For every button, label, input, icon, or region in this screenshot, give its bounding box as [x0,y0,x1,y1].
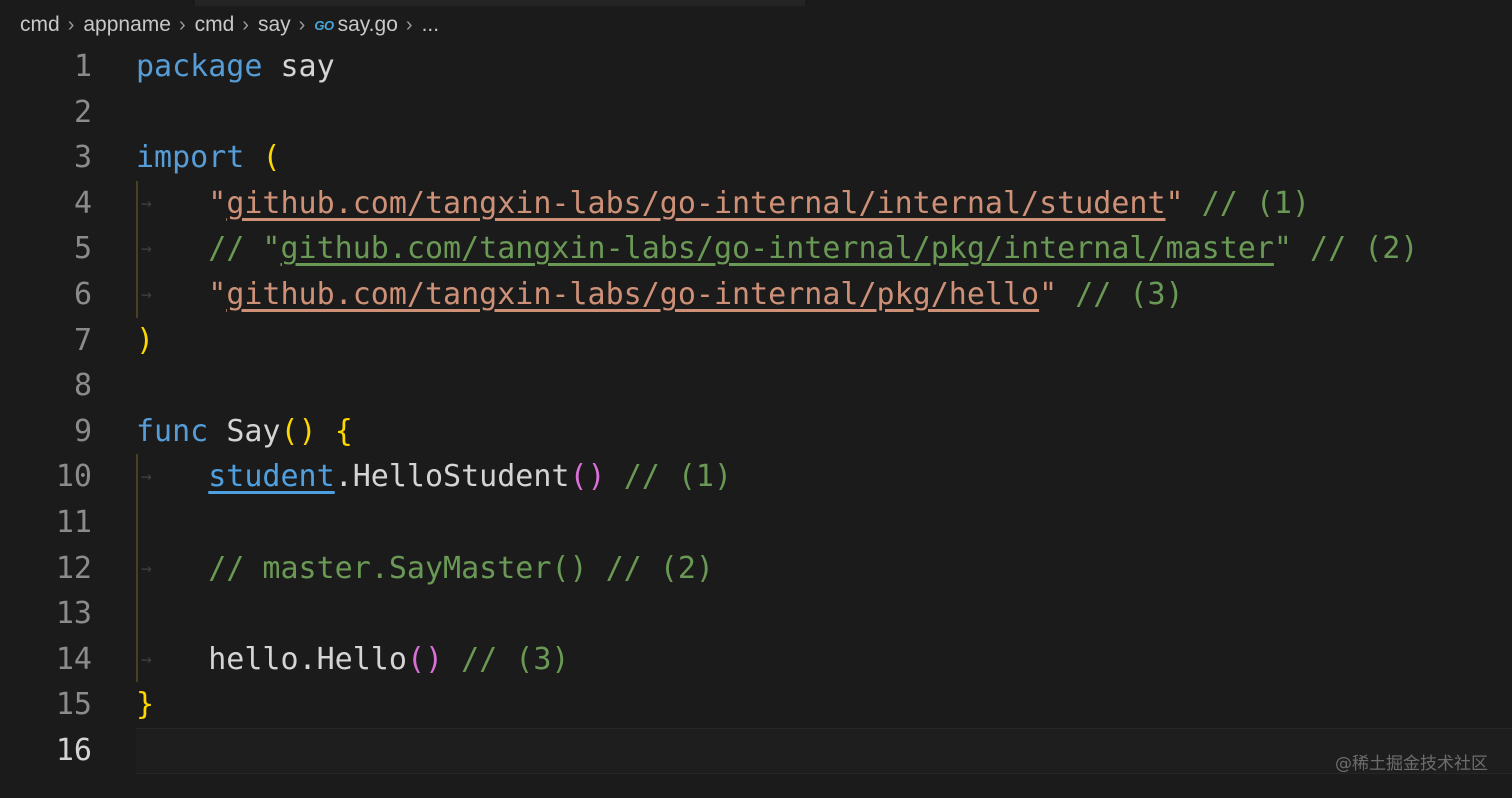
breadcrumb-file[interactable]: say.go [338,13,398,37]
code-line: 2 [0,90,1512,136]
import-path-link[interactable]: github.com/tangxin-labs/go-internal/pkg/… [226,277,1039,312]
line-number: 12 [55,550,92,586]
breadcrumb-item-cmd[interactable]: cmd [20,13,60,37]
line-number: 9 [73,413,92,449]
close-brace: } [136,687,155,723]
open-paren: ( [262,140,281,176]
function-name: Say [226,413,281,449]
comment: " // (2) [1273,231,1419,267]
comment: // (3) [1075,276,1184,312]
line-number: 8 [73,368,92,404]
package-reference-link[interactable]: student [208,459,334,494]
code-line: 13 [0,591,1512,637]
keyword-import: import [136,140,245,176]
line-number: 14 [55,641,92,677]
code-line: 10 → student.HelloStudent() // (1) [0,454,1512,500]
line-number: 1 [73,49,92,84]
method-call: .HelloStudent [334,459,570,495]
code-line: 12 → // master.SayMaster() // (2) [0,545,1512,592]
parens: () [406,641,444,677]
code-line: 6 → "github.com/tangxin-labs/go-internal… [0,271,1512,318]
tab-strip-edge [195,0,805,6]
watermark: @稀土掘金技术社区 [1335,754,1488,774]
line-number: 13 [55,596,92,632]
chevron-right-icon: › [67,13,75,36]
line-content: student.HelloStudent() // (1) [136,454,732,500]
keyword-func: func [136,413,209,449]
chevron-right-icon: › [242,13,249,36]
code-line: 7 ) [0,318,1512,364]
line-content: "github.com/tangxin-labs/go-internal/pkg… [136,272,1184,318]
indent-guide [136,499,138,546]
indent-guide [136,591,138,637]
code-line: 15 } [0,682,1512,728]
comment: // (3) [461,641,570,677]
code-line: 14 → hello.Hello() // (3) [0,636,1512,683]
string-quote: " [208,276,227,312]
line-content: } [136,682,154,728]
keyword-package: package [136,49,263,84]
open-brace: { [334,413,353,449]
code-line: 4 → "github.com/tangxin-labs/go-internal… [0,180,1512,227]
comment: // (1) [1201,185,1311,221]
string-quote: " [208,185,227,221]
parens: () [280,413,317,449]
line-content: // master.SayMaster() // (2) [136,546,714,592]
comment: // (1) [623,459,733,495]
go-file-icon: GO [314,17,334,33]
comment: // master.SayMaster() // (2) [208,550,714,586]
chevron-right-icon: › [298,13,306,36]
line-number: 16 [55,732,92,768]
breadcrumb-symbols[interactable]: ... [422,13,440,37]
line-number: 7 [73,322,92,358]
line-number: 4 [73,185,92,221]
import-path-link[interactable]: github.com/tangxin-labs/go-internal/inte… [226,186,1165,221]
line-number: 11 [55,504,92,540]
code-line-current[interactable]: 16 [0,727,1512,774]
package-name: say [280,49,335,84]
line-content: ) [136,318,154,364]
string-quote: " [1165,185,1184,221]
line-content: // "github.com/tangxin-labs/go-internal/… [136,226,1418,272]
string-quote: " [1039,276,1058,312]
line-number: 10 [55,459,92,495]
breadcrumb-item-say[interactable]: say [258,13,291,37]
line-number: 3 [73,140,92,176]
parens: () [569,459,606,495]
line-content: package say [136,44,335,90]
chevron-right-icon: › [178,13,186,36]
chevron-right-icon: › [405,13,413,36]
code-line: 5 → // "github.com/tangxin-labs/go-inter… [0,226,1512,272]
line-content: import ( [136,135,281,181]
line-number: 6 [73,276,92,312]
breadcrumb-item-cmd-2[interactable]: cmd [195,13,235,37]
code-line: 1 package say [0,44,1512,90]
line-number: 2 [73,94,92,130]
close-paren: ) [136,322,155,358]
code-line: 9 func Say() { [0,409,1512,455]
line-number: 5 [73,231,92,267]
code-line: 8 [0,363,1512,409]
method-call: hello.Hello [208,641,407,677]
code-line: 3 import ( [0,135,1512,181]
code-editor[interactable]: 1 package say 2 3 import ( 4 → "github.c… [0,44,1512,774]
line-content: func Say() { [136,409,353,455]
commented-import-path-link[interactable]: github.com/tangxin-labs/go-internal/pkg/… [281,231,1274,266]
line-number: 15 [55,687,92,723]
line-content: hello.Hello() // (3) [136,637,570,683]
breadcrumb-item-appname[interactable]: appname [83,13,171,37]
breadcrumb: cmd › appname › cmd › say › GO say.go › … [20,10,439,40]
code-line: 11 [0,499,1512,546]
comment: // " [208,231,281,267]
line-content: "github.com/tangxin-labs/go-internal/int… [136,181,1310,227]
